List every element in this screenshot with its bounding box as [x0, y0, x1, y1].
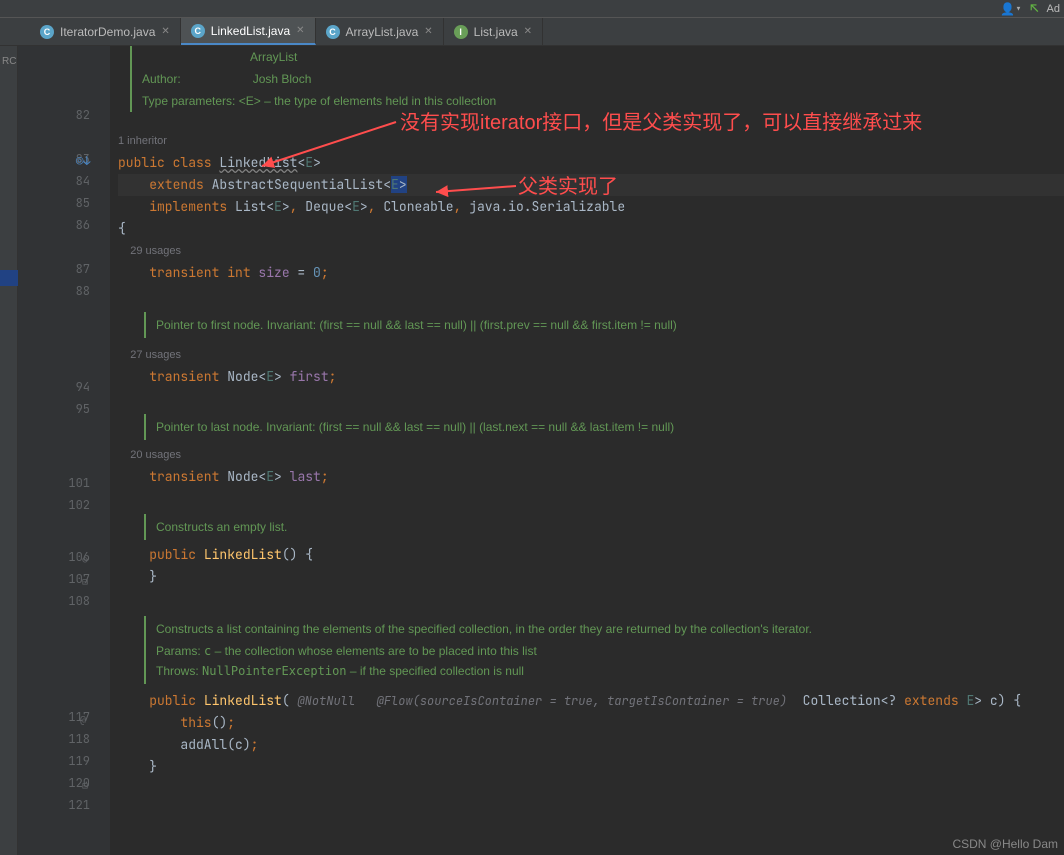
- close-icon[interactable]: ✕: [161, 26, 169, 37]
- add-config-label[interactable]: Ad: [1047, 3, 1060, 15]
- tab-label: ArrayList.java: [346, 25, 419, 39]
- line-num: 83◎↓: [18, 148, 90, 170]
- gutter: 82 83◎↓ 84 85 86 87 88 94 95 101 102 106…: [18, 46, 110, 855]
- usages-hint[interactable]: 20 usages: [118, 444, 1064, 466]
- close-icon[interactable]: ✕: [296, 25, 304, 36]
- arrow-mid: [432, 180, 518, 198]
- annotation-mid: 父类实现了: [518, 170, 618, 199]
- editor-tabs: C IteratorDemo.java ✕ C LinkedList.java ✕ C Arr…: [0, 18, 1064, 46]
- line-num: 102: [18, 494, 90, 516]
- editor-tab[interactable]: C ArrayList.java ✕: [316, 18, 444, 45]
- line-num: 101: [18, 472, 90, 494]
- line-num: 88: [18, 280, 90, 302]
- code-line-119[interactable]: addAll(c);: [118, 734, 1064, 756]
- line-num: 107⊟: [18, 568, 90, 590]
- line-num: 120⊟: [18, 772, 90, 794]
- left-marker: [0, 270, 18, 286]
- rc-label: RC: [2, 56, 16, 67]
- tab-label: IteratorDemo.java: [60, 25, 155, 39]
- user-icon[interactable]: 👤▾: [1000, 1, 1022, 17]
- tab-label: LinkedList.java: [211, 24, 290, 38]
- code-line-117[interactable]: public LinkedList( @NotNull @Flow(source…: [118, 690, 1064, 712]
- close-icon[interactable]: ✕: [424, 26, 432, 37]
- override-icon[interactable]: ◎↓: [76, 150, 88, 162]
- arrow-top: [258, 118, 398, 170]
- file-type-icon: I: [454, 25, 468, 39]
- code-line-107[interactable]: }: [118, 566, 1064, 588]
- code-line-85[interactable]: implements List<E>, Deque<E>, Cloneable,…: [118, 196, 1064, 218]
- top-toolbar: 👤▾ ↖ Ad: [0, 0, 1064, 18]
- line-num: 121: [18, 794, 90, 816]
- code-line-106[interactable]: public LinkedList() {: [118, 544, 1064, 566]
- line-num: 117@: [18, 706, 90, 728]
- file-type-icon: C: [40, 25, 54, 39]
- line-num: 94: [18, 376, 90, 398]
- file-type-icon: C: [326, 25, 340, 39]
- line-num: 95: [18, 398, 90, 420]
- line-num: 106⊖: [18, 546, 90, 568]
- usages-hint[interactable]: 29 usages: [118, 240, 1064, 262]
- tab-label: List.java: [474, 25, 518, 39]
- doc-first-node: Pointer to first node. Invariant: (first…: [118, 306, 1064, 344]
- line-num: 84: [18, 170, 90, 192]
- editor-tab[interactable]: C IteratorDemo.java ✕: [30, 18, 181, 45]
- line-num: 118: [18, 728, 90, 750]
- doc-empty-ctor: Constructs an empty list.: [118, 510, 1064, 544]
- line-num: 85: [18, 192, 90, 214]
- usages-hint[interactable]: 27 usages: [118, 344, 1064, 366]
- code-line-118[interactable]: this();: [118, 712, 1064, 734]
- code-line-87[interactable]: transient int size = 0;: [118, 262, 1064, 284]
- annotation-top: 没有实现iterator接口，但是父类实现了，可以直接继承过来: [400, 106, 922, 135]
- line-num: 82: [18, 104, 90, 126]
- code-line-94[interactable]: transient Node<E> first;: [118, 366, 1064, 388]
- code-line-101[interactable]: transient Node<E> last;: [118, 466, 1064, 488]
- editor-tab[interactable]: I List.java ✕: [444, 18, 543, 45]
- editor-area: RC 82 83◎↓ 84 85 86 87 88 94 95 101 102 …: [0, 46, 1064, 855]
- line-num: 86: [18, 214, 90, 236]
- line-num: 87: [18, 258, 90, 280]
- watermark: CSDN @Hello Dam: [952, 837, 1058, 851]
- close-icon[interactable]: ✕: [524, 26, 532, 37]
- line-num: 119: [18, 750, 90, 772]
- code-line-86[interactable]: {: [118, 218, 1064, 240]
- search-icon[interactable]: ↖: [1030, 0, 1038, 18]
- code-editor[interactable]: ArrayList Author:Josh Bloch Type paramet…: [110, 46, 1064, 855]
- file-type-icon: C: [191, 24, 205, 38]
- tool-window-strip: RC: [0, 46, 18, 855]
- doc-last-node: Pointer to last node. Invariant: (first …: [118, 410, 1064, 444]
- editor-tab[interactable]: C LinkedList.java ✕: [181, 18, 316, 45]
- doc-coll-ctor: Constructs a list containing the element…: [118, 610, 1064, 690]
- code-line-120[interactable]: }: [118, 756, 1064, 778]
- line-num: 108: [18, 590, 90, 612]
